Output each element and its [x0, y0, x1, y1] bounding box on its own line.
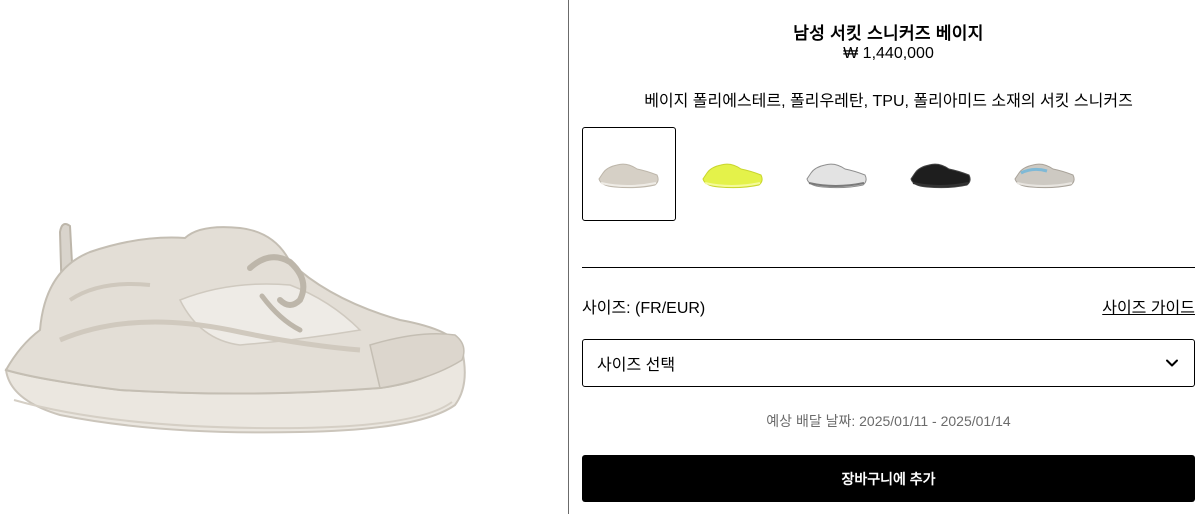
estimated-delivery-text: 예상 배달 날짜: 2025/01/11 - 2025/01/14	[766, 413, 1011, 429]
product-description: 베이지 폴리에스테르, 폴리우레탄, TPU, 폴리아미드 소재의 서킷 스니커…	[644, 93, 1133, 110]
chevron-down-icon	[1166, 359, 1178, 367]
variant-image-beige	[598, 163, 659, 189]
product-info-pane: 남성 서킷 스니커즈 베이지 ₩ 1,440,000 베이지 폴리에스테르, 폴…	[582, 0, 1195, 514]
size-select-dropdown[interactable]: 사이즈 선택	[582, 339, 1195, 387]
product-main-image	[4, 223, 466, 434]
variant-swatch-neon-yellow[interactable]	[686, 127, 780, 221]
color-variant-list	[582, 127, 1195, 221]
size-label: 사이즈: (FR/EUR)	[582, 300, 706, 317]
variant-image-black	[910, 163, 971, 189]
variant-swatch-grey[interactable]	[790, 127, 884, 221]
variant-image-light-blue-grey	[1014, 163, 1075, 189]
variant-swatch-beige[interactable]	[582, 127, 676, 221]
variant-swatch-black[interactable]	[894, 127, 988, 221]
size-guide-link[interactable]: 사이즈 가이드	[1102, 294, 1195, 318]
product-title: 남성 서킷 스니커즈 베이지	[793, 24, 984, 43]
variant-image-grey	[806, 163, 867, 189]
size-select-value: 사이즈 선택	[597, 357, 676, 374]
section-divider	[582, 267, 1195, 268]
add-to-cart-button[interactable]: 장바구니에 추가	[582, 455, 1195, 502]
product-image-pane	[0, 0, 568, 514]
pane-divider	[568, 0, 569, 514]
variant-image-neon-yellow	[702, 163, 763, 189]
product-price: ₩ 1,440,000	[843, 45, 934, 62]
variant-swatch-light-blue-grey[interactable]	[998, 127, 1092, 221]
